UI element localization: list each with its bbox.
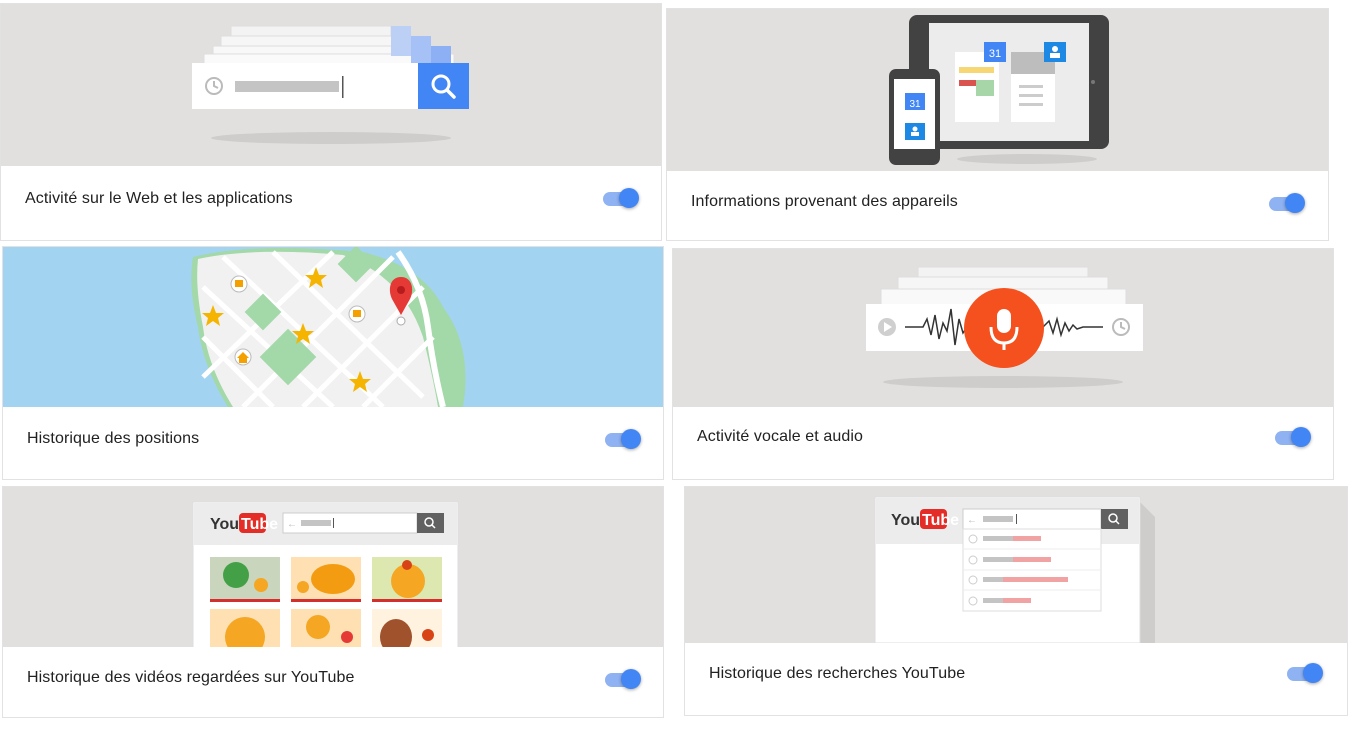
toggle-knob (1303, 663, 1323, 683)
card-label: Historique des recherches YouTube (709, 665, 966, 682)
devices-illustration: 31 31 (667, 9, 1328, 171)
card-label: Historique des vidéos regardées sur YouT… (27, 669, 355, 686)
card-device-information: 31 31 Informations provenant des apparei… (666, 8, 1329, 241)
card-label: Historique des positions (27, 430, 200, 447)
card-label: Activité sur le Web et les applications (25, 190, 293, 207)
card-youtube-search-history: You Tube ← Historique des recherches You… (684, 486, 1348, 716)
toggle-knob (621, 429, 641, 449)
toggle-knob (1291, 427, 1311, 447)
search-box-illustration-icon (192, 25, 469, 144)
card-web-app-activity: Activité sur le Web et les applications (0, 3, 662, 241)
card-label: Activité vocale et audio (697, 428, 864, 445)
toggle-youtube-watch-history[interactable] (603, 668, 643, 690)
youtube-watch-illustration: You Tube ← (3, 487, 663, 647)
toggle-knob (1285, 193, 1305, 213)
youtube-watch-illustration-icon: You Tube ← (192, 501, 459, 647)
svg-text:31: 31 (989, 48, 1001, 60)
card-label: Informations provenant des appareils (691, 193, 958, 210)
tablet-phone-illustration-icon: 31 31 (889, 15, 1109, 165)
search-illustration (1, 4, 661, 166)
svg-text:Tube: Tube (922, 512, 959, 529)
toggle-knob (621, 669, 641, 689)
svg-text:←: ← (967, 515, 977, 526)
map-illustration-icon (191, 247, 466, 407)
toggle-device-information[interactable] (1267, 192, 1307, 214)
toggle-youtube-search-history[interactable] (1285, 662, 1325, 684)
voice-illustration (673, 249, 1333, 407)
toggle-location-history[interactable] (603, 428, 643, 450)
card-location-history: Historique des positions (2, 246, 664, 480)
card-youtube-watch-history: You Tube ← Historique des vidéos regardé… (2, 486, 664, 718)
youtube-search-illustration-icon: You Tube ← (874, 496, 1155, 643)
microphone-waveform-illustration-icon (866, 266, 1143, 388)
map-illustration (3, 247, 663, 407)
card-voice-audio-activity: Activité vocale et audio (672, 248, 1334, 480)
svg-text:You: You (210, 516, 239, 533)
svg-text:31: 31 (909, 99, 921, 110)
svg-text:←: ← (287, 519, 297, 530)
toggle-web-app-activity[interactable] (601, 187, 641, 209)
svg-text:You: You (891, 512, 920, 529)
toggle-knob (619, 188, 639, 208)
svg-text:Tube: Tube (241, 516, 278, 533)
toggle-voice-audio-activity[interactable] (1273, 426, 1313, 448)
youtube-search-illustration: You Tube ← (685, 487, 1347, 643)
